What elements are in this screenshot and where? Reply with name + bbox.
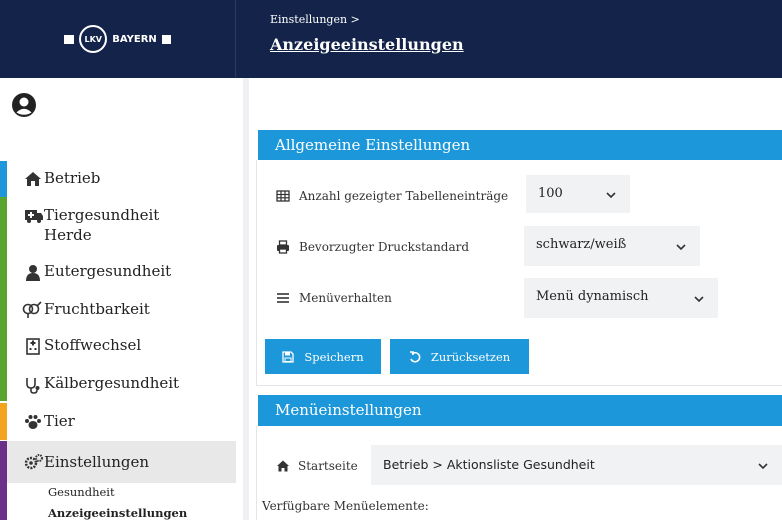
sidebar-item-label: Einstellungen <box>44 453 150 471</box>
nav-color-bar <box>0 365 7 401</box>
chevron-down-icon <box>606 192 616 199</box>
floppy-disk-icon <box>282 350 295 363</box>
chevron-down-icon <box>676 244 686 251</box>
sidebar-item-tier[interactable]: Tier <box>0 403 236 440</box>
print-standard-value: schwarz/weiß <box>536 237 627 252</box>
print-standard-label: Bevorzugter Druckstandard <box>299 240 470 254</box>
breadcrumb[interactable]: Einstellungen > <box>270 13 360 26</box>
sidebar-divider <box>243 78 249 520</box>
menu-settings-title: Menüeinstellungen <box>258 395 782 426</box>
sidebar-item-kaelbergesundheit[interactable]: Kälbergesundheit <box>0 365 236 401</box>
available-menu-elements-label: Verfügbare Menüelemente: <box>262 499 429 513</box>
start-page-select[interactable]: Betrieb > Aktionsliste Gesundheit <box>371 445 782 485</box>
sidebar-item-label: Tier <box>44 412 75 430</box>
house-icon <box>277 460 289 472</box>
sidebar-item-stoffwechsel[interactable]: Stoffwechsel <box>0 327 236 365</box>
save-button[interactable]: Speichern <box>265 339 381 374</box>
sidebar: Betrieb Tiergesundheit Herde Eutergesund… <box>0 78 236 520</box>
sidebar-item-label: Tiergesundheit Herde <box>44 206 160 244</box>
nav-color-bar <box>0 161 7 197</box>
logo-text-bayern: BAYERN <box>112 33 157 45</box>
logo-text-lkv: LKV <box>84 34 102 44</box>
ambulance-icon <box>25 210 43 223</box>
nav-color-bar <box>0 403 7 440</box>
sidebar-item-label: Fruchtbarkeit <box>44 300 150 318</box>
sidebar-item-tiergesundheit-herde[interactable]: Tiergesundheit Herde <box>0 197 236 253</box>
app-header: LKV BAYERN Einstellungen > Anzeigeeinste… <box>0 0 782 78</box>
printer-icon <box>277 240 289 254</box>
logo-area[interactable]: LKV BAYERN <box>0 0 236 78</box>
reset-button[interactable]: Zurücksetzen <box>390 339 529 374</box>
undo-icon <box>409 350 421 363</box>
chevron-down-icon <box>758 463 768 470</box>
nav-color-bar <box>0 441 7 520</box>
start-page-value: Betrieb > Aktionsliste Gesundheit <box>383 457 595 472</box>
logo-square <box>161 34 171 44</box>
menu-behavior-label: Menüverhalten <box>299 291 392 305</box>
print-standard-select[interactable]: schwarz/weiß <box>524 226 700 266</box>
gears-icon <box>24 454 43 470</box>
chevron-down-icon <box>694 296 704 303</box>
nav-color-bar <box>0 253 7 291</box>
table-entries-label: Anzahl gezeigter Tabelleneinträge <box>299 189 509 203</box>
logo-bar <box>64 34 75 44</box>
nav-color-bar <box>0 327 7 365</box>
sidebar-item-label: Eutergesundheit <box>44 262 172 280</box>
menu-behavior-select[interactable]: Menü dynamisch <box>524 278 718 318</box>
nav-color-bar <box>0 291 7 327</box>
sidebar-item-eutergesundheit[interactable]: Eutergesundheit <box>0 253 236 291</box>
stethoscope-icon <box>26 378 40 394</box>
menu-icon <box>277 293 289 303</box>
paw-icon <box>25 415 41 429</box>
user-icon[interactable] <box>11 92 37 118</box>
sidebar-item-label: Stoffwechsel <box>44 336 142 354</box>
table-entries-select[interactable]: 100 <box>526 175 630 213</box>
sidebar-subitem-gesundheit[interactable]: Gesundheit <box>48 485 115 499</box>
menu-behavior-value: Menü dynamisch <box>536 289 649 304</box>
reset-button-label: Zurücksetzen <box>430 349 511 364</box>
sidebar-item-fruchtbarkeit[interactable]: Fruchtbarkeit <box>0 291 236 327</box>
page-title[interactable]: Anzeigeeinstellungen <box>270 35 464 54</box>
logo-circle: LKV <box>79 25 108 53</box>
sidebar-item-betrieb[interactable]: Betrieb <box>0 161 236 197</box>
sidebar-item-label: Betrieb <box>44 169 101 187</box>
start-page-label: Startseite <box>298 459 358 473</box>
sidebar-item-label: Kälbergesundheit <box>44 374 180 392</box>
gender-icon <box>22 301 42 318</box>
save-button-label: Speichern <box>304 349 364 364</box>
house-icon <box>25 172 41 186</box>
sidebar-subitem-anzeigeeinstellungen[interactable]: Anzeigeeinstellungen <box>48 506 187 520</box>
hospital-icon <box>26 338 40 355</box>
general-settings-title: Allgemeine Einstellungen <box>258 130 782 160</box>
table-entries-value: 100 <box>538 186 563 201</box>
sidebar-item-einstellungen[interactable]: Einstellungen <box>0 441 236 520</box>
lkv-bayern-logo[interactable]: LKV BAYERN <box>64 25 171 53</box>
user-row[interactable] <box>0 78 236 142</box>
udder-icon <box>26 265 40 281</box>
table-icon <box>276 190 290 202</box>
nav-color-bar <box>0 197 7 253</box>
